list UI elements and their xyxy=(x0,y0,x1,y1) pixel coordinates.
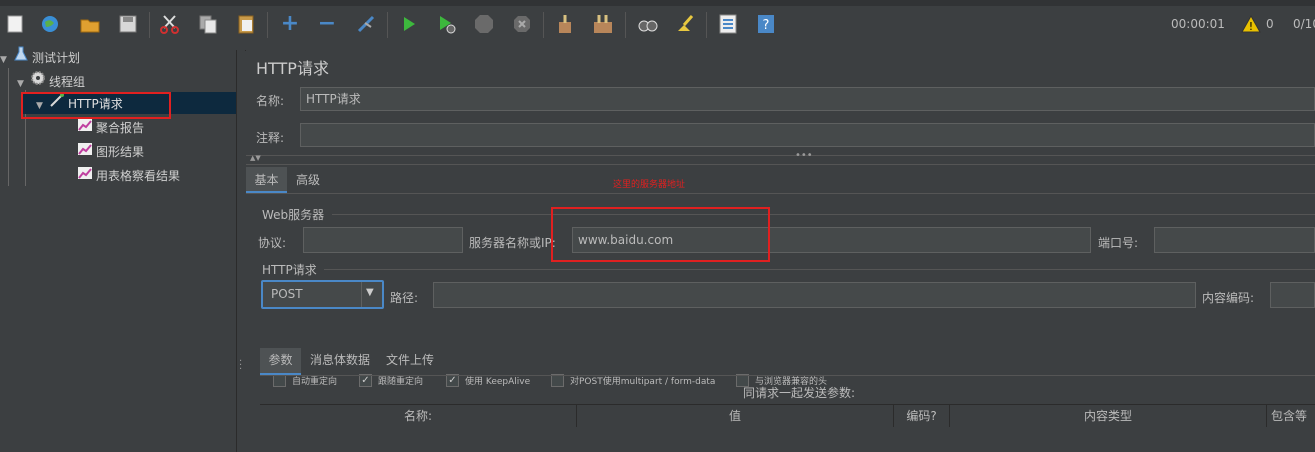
port-input[interactable] xyxy=(1154,227,1315,253)
column-header-include-equals[interactable]: 包含等于? xyxy=(1267,405,1315,427)
path-input[interactable] xyxy=(433,282,1196,308)
http-request-section-label: HTTP请求 xyxy=(262,263,317,277)
params-table-body[interactable] xyxy=(260,430,1315,452)
column-header-name[interactable]: 名称: xyxy=(260,405,577,427)
column-header-content-type[interactable]: 内容类型 xyxy=(950,405,1267,427)
gear-icon xyxy=(29,70,47,92)
tree-node-graph-results[interactable]: 图形结果 xyxy=(76,142,144,162)
server-name-label: 服务器名称或IP: xyxy=(469,236,556,250)
search-icon[interactable] xyxy=(636,12,660,36)
warning-count: 0 xyxy=(1266,17,1274,31)
tree-node-test-plan[interactable]: ▼ 测试计划 xyxy=(0,46,80,66)
method-select[interactable]: POST ▼ xyxy=(261,280,384,309)
http-request-panel: HTTP请求 名称: HTTP请求 注释: ▲▼ ••• 基本 高级 这里的服务… xyxy=(246,50,1315,452)
name-input[interactable]: HTTP请求 xyxy=(300,87,1315,111)
help-icon[interactable]: ? xyxy=(754,12,778,36)
column-header-encode[interactable]: 编码? xyxy=(894,405,950,427)
tab-files-upload[interactable]: 文件上传 xyxy=(382,348,438,375)
params-table-header: 名称: 值 编码? 内容类型 包含等于? xyxy=(260,404,1315,431)
tree-node-view-results-table[interactable]: 用表格察看结果 xyxy=(76,166,180,186)
content-encoding-input[interactable] xyxy=(1270,282,1315,308)
start-no-pause-icon[interactable] xyxy=(435,12,459,36)
new-icon[interactable] xyxy=(3,12,27,36)
chevron-down-icon: ▼ xyxy=(366,287,374,298)
save-icon[interactable] xyxy=(116,12,140,36)
svg-text:!: ! xyxy=(1249,20,1253,33)
warning-icon[interactable]: ! xyxy=(1240,14,1262,37)
function-helper-icon[interactable] xyxy=(716,12,740,36)
chart-icon xyxy=(76,118,94,138)
expand-icon[interactable]: + xyxy=(278,12,302,36)
svg-text:?: ? xyxy=(763,18,770,33)
panel-title: HTTP请求 xyxy=(256,59,329,78)
protocol-label: 协议: xyxy=(258,236,287,250)
elapsed-timer: 00:00:01 xyxy=(1171,17,1225,31)
column-header-value[interactable]: 值 xyxy=(577,405,894,427)
reset-search-icon[interactable] xyxy=(673,12,697,36)
tab-parameters[interactable]: 参数 xyxy=(260,348,301,375)
protocol-input[interactable] xyxy=(303,227,463,253)
chart-icon xyxy=(76,166,94,186)
section-divider[interactable]: ▲▼ ••• xyxy=(246,150,1315,165)
name-label: 名称: xyxy=(256,94,285,108)
content-encoding-label: 内容编码: xyxy=(1202,291,1255,305)
chart-icon xyxy=(76,142,94,162)
shutdown-icon[interactable] xyxy=(510,12,534,36)
path-label: 路径: xyxy=(390,291,419,305)
comment-label: 注释: xyxy=(256,131,285,145)
comment-input[interactable] xyxy=(300,123,1315,147)
test-plan-tree: ▼ 测试计划 ▼ 线程组 ▼ HTTP请求 聚合报告 图形结果 用表格察看结果 xyxy=(0,46,237,452)
tab-body-data[interactable]: 消息体数据 xyxy=(305,348,375,375)
stop-icon[interactable] xyxy=(472,12,496,36)
web-server-section-label: Web服务器 xyxy=(262,208,325,222)
thread-count: 0/10 xyxy=(1293,17,1315,31)
tree-node-aggregate-report[interactable]: 聚合报告 xyxy=(76,118,144,138)
flask-icon xyxy=(12,46,30,68)
copy-icon[interactable] xyxy=(196,12,220,36)
pane-splitter[interactable]: · · · xyxy=(237,50,245,452)
templates-icon[interactable] xyxy=(38,12,62,36)
clear-all-icon[interactable] xyxy=(591,12,615,36)
tab-basic[interactable]: 基本 xyxy=(246,167,287,193)
tab-advanced[interactable]: 高级 xyxy=(287,167,329,193)
tree-node-thread-group[interactable]: ▼ 线程组 xyxy=(17,70,85,90)
start-icon[interactable] xyxy=(397,12,421,36)
cut-icon[interactable] xyxy=(158,12,182,36)
expand-arrow-icon[interactable]: ▼ xyxy=(0,50,12,70)
port-label: 端口号: xyxy=(1098,236,1139,250)
highlight-box xyxy=(21,92,171,119)
expand-arrow-icon[interactable]: ▼ xyxy=(17,74,29,94)
toggle-icon[interactable] xyxy=(354,12,378,36)
highlight-box xyxy=(551,207,770,262)
open-icon[interactable] xyxy=(78,12,102,36)
clear-icon[interactable] xyxy=(553,12,577,36)
toolbar: + − ? 00:00:01 ! 0 0/10 xyxy=(0,0,1315,51)
paste-icon[interactable] xyxy=(234,12,258,36)
params-caption: 同请求一起发送参数: xyxy=(743,386,856,400)
collapse-icon[interactable]: − xyxy=(315,12,339,36)
annotation-text: 这里的服务器地址 xyxy=(613,180,686,190)
